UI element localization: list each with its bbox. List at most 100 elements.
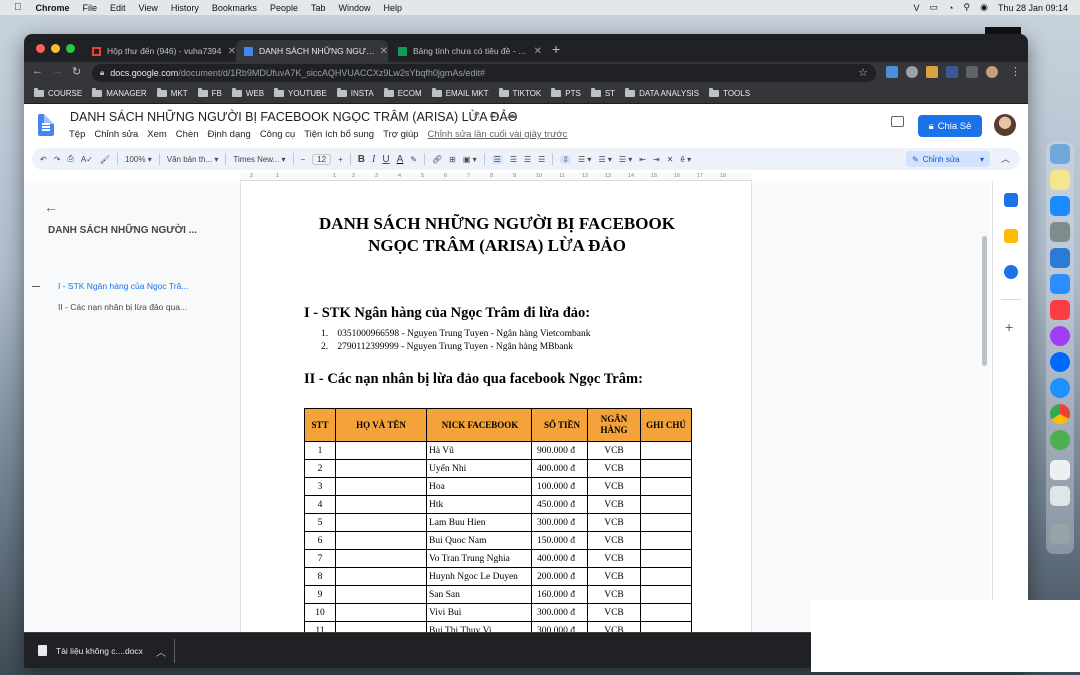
extension-icon[interactable] <box>946 66 958 78</box>
cell-amount[interactable]: 300.000 đ <box>531 603 588 622</box>
cell-facebook[interactable]: Lam Buu Hien <box>426 513 532 532</box>
bookmark-folder[interactable]: MKT <box>156 88 188 98</box>
bookmark-folder[interactable]: TIKTOK <box>498 88 541 98</box>
cell-name[interactable] <box>335 459 427 478</box>
comment-history-icon[interactable] <box>891 116 904 127</box>
vertical-scrollbar[interactable] <box>982 236 987 366</box>
keep-icon[interactable] <box>1004 229 1018 243</box>
cell-stt[interactable]: 6 <box>304 531 336 550</box>
cell-amount[interactable]: 160.000 đ <box>531 585 588 604</box>
cell-name[interactable] <box>335 603 427 622</box>
bulleted-list-icon[interactable]: ☰ ▾ <box>598 155 611 164</box>
extension-icon[interactable] <box>926 66 938 78</box>
downloads-icon[interactable] <box>1050 486 1070 506</box>
cell-note[interactable] <box>640 513 692 532</box>
bookmark-folder[interactable]: EMAIL MKT <box>431 88 489 98</box>
bookmark-folder[interactable]: YOUTUBE <box>274 88 327 98</box>
cell-amount[interactable]: 450.000 đ <box>531 495 588 514</box>
align-right-icon[interactable]: ☰ <box>524 155 531 164</box>
music-icon[interactable] <box>1050 300 1070 320</box>
vpn-icon[interactable]: V <box>914 3 920 13</box>
lock-icon[interactable]: 🔒︎ <box>100 68 104 78</box>
cell-stt[interactable]: 10 <box>304 603 336 622</box>
cell-bank[interactable]: VCB <box>587 567 641 586</box>
cell-name[interactable] <box>335 567 427 586</box>
outline-item-2[interactable]: II - Các nạn nhân bị lừa đảo qua... <box>58 302 187 312</box>
bookmark-folder[interactable]: FB <box>197 88 222 98</box>
tab-gmail[interactable]: Hộp thư đến (946) - vuha7394 ✕ <box>84 40 236 62</box>
horizontal-ruler[interactable]: 2 1 1 2 3 4 5 6 7 8 9 10 11 12 13 14 15 … <box>240 173 752 181</box>
menu-file[interactable]: Tệp <box>69 129 85 140</box>
document-title[interactable]: DANH SÁCH NHỮNG NGƯỜI BỊ FACEBOOK NGỌC T… <box>70 110 517 124</box>
cell-stt[interactable]: 3 <box>304 477 336 496</box>
cell-bank[interactable]: VCB <box>587 603 641 622</box>
close-window-button[interactable] <box>36 44 45 53</box>
cell-note[interactable] <box>640 585 692 604</box>
text-color-button[interactable]: A <box>397 154 404 165</box>
cell-amount[interactable]: 150.000 đ <box>531 531 588 550</box>
undo-icon[interactable]: ↶ <box>40 155 47 164</box>
cell-stt[interactable]: 1 <box>304 441 336 460</box>
cell-facebook[interactable]: Hà Vũ <box>426 441 532 460</box>
menu-tab[interactable]: Tab <box>311 3 326 13</box>
cell-facebook[interactable]: Uyển Nhi <box>426 459 532 478</box>
cell-bank[interactable]: VCB <box>587 531 641 550</box>
tab-sheets[interactable]: Bảng tính chưa có tiêu đề - Goo ✕ <box>390 40 542 62</box>
cell-facebook[interactable]: Bui Thi Thuy Vi <box>426 621 532 632</box>
cell-stt[interactable]: 9 <box>304 585 336 604</box>
vscode-icon[interactable] <box>1050 248 1070 268</box>
paint-format-icon[interactable]: 🖌︎ <box>100 155 110 164</box>
underline-button[interactable]: U <box>382 154 389 165</box>
cell-note[interactable] <box>640 531 692 550</box>
cell-name[interactable] <box>335 531 427 550</box>
wifi-icon[interactable]: ◔ <box>948 3 953 13</box>
menu-tools[interactable]: Công cụ <box>260 129 295 140</box>
zoom-window-button[interactable] <box>66 44 75 53</box>
clear-formatting-icon[interactable]: ✕ <box>667 155 674 164</box>
print-icon[interactable]: ⎙ <box>67 154 73 164</box>
redo-icon[interactable]: ↷ <box>54 155 61 164</box>
puzzle-extensions-icon[interactable] <box>966 66 978 78</box>
cell-amount[interactable]: 200.000 đ <box>531 567 588 586</box>
tab-docs[interactable]: DANH SÁCH NHỮNG NGƯỜI BỊ ✕ <box>236 40 388 62</box>
close-tab-icon[interactable]: ✕ <box>380 46 388 57</box>
cell-amount[interactable]: 400.000 đ <box>531 459 588 478</box>
cell-bank[interactable]: VCB <box>587 495 641 514</box>
minimize-window-button[interactable] <box>51 44 60 53</box>
back-icon[interactable]: ← <box>32 65 43 77</box>
reload-icon[interactable]: ↻ <box>72 65 81 78</box>
paragraph-style-select[interactable]: Văn bản th... ▾ <box>167 155 219 164</box>
add-addon-icon[interactable]: + <box>1005 319 1013 335</box>
cell-note[interactable] <box>640 441 692 460</box>
move-folder-icon[interactable]: ▭ <box>489 110 498 121</box>
editing-mode-select[interactable]: ✎ Chỉnh sửa ▾ <box>906 151 990 167</box>
cell-note[interactable] <box>640 549 692 568</box>
cell-stt[interactable]: 11 <box>304 621 336 632</box>
cell-name[interactable] <box>335 477 427 496</box>
font-size-decrease-button[interactable]: − <box>301 155 306 164</box>
menu-view[interactable]: View <box>139 3 158 13</box>
system-preferences-icon[interactable] <box>1050 222 1070 242</box>
menu-help[interactable]: Trợ giúp <box>383 129 418 140</box>
font-size-increase-button[interactable]: + <box>338 155 343 164</box>
checklist-icon[interactable]: ☰ ▾ <box>578 155 591 164</box>
bookmark-folder[interactable]: WEB <box>231 88 264 98</box>
cell-note[interactable] <box>640 567 692 586</box>
finder-icon[interactable] <box>1050 144 1070 164</box>
menu-edit[interactable]: Edit <box>110 3 126 13</box>
menu-edit[interactable]: Chỉnh sửa <box>94 129 138 140</box>
cell-bank[interactable]: VCB <box>587 621 641 632</box>
font-size-input[interactable]: 12 <box>312 153 332 165</box>
close-tab-icon[interactable]: ✕ <box>534 46 542 57</box>
input-tools-icon[interactable]: ê ▾ <box>680 155 691 164</box>
cell-note[interactable] <box>640 603 692 622</box>
cell-facebook[interactable]: Vivi Bui <box>426 603 532 622</box>
bookmark-folder[interactable]: TOOLS <box>709 88 750 98</box>
search-icon[interactable]: ⚲ <box>963 2 970 13</box>
cell-stt[interactable]: 4 <box>304 495 336 514</box>
safari-icon[interactable] <box>1050 378 1070 398</box>
menu-people[interactable]: People <box>270 3 298 13</box>
bookmark-folder[interactable]: ST <box>590 88 615 98</box>
menu-file[interactable]: File <box>83 3 98 13</box>
bold-button[interactable]: B <box>358 154 365 165</box>
